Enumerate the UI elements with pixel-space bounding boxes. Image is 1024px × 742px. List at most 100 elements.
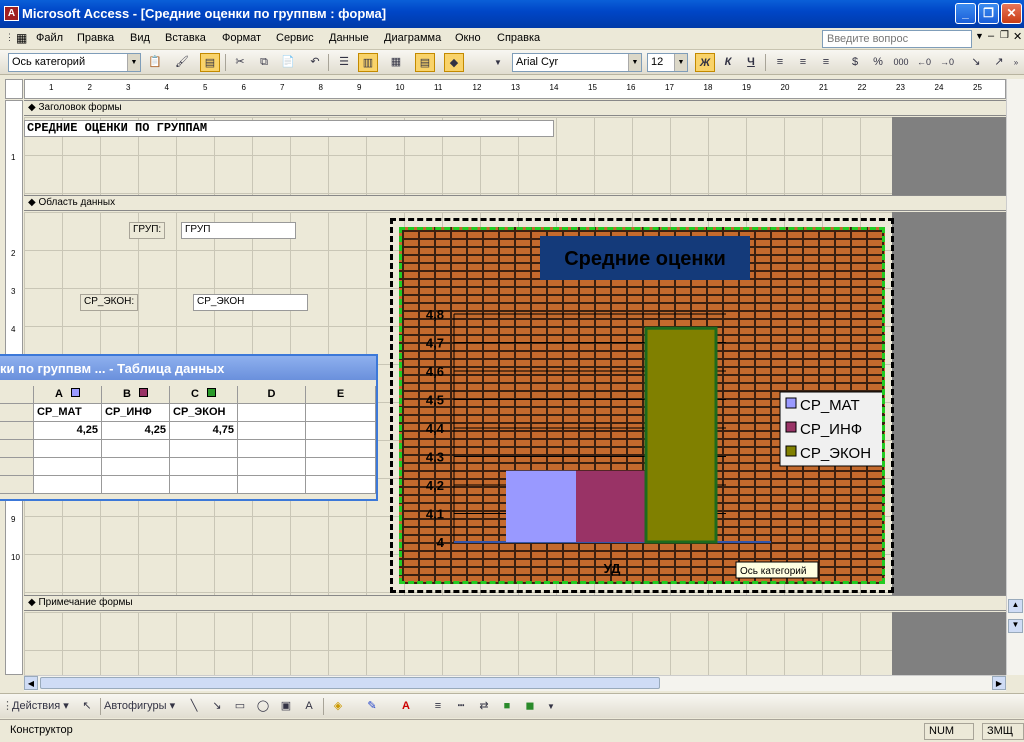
textbox-icon[interactable]: ▣ bbox=[276, 697, 296, 716]
menu-edit[interactable]: Правка bbox=[77, 32, 114, 44]
close-button[interactable]: ✕ bbox=[1001, 3, 1022, 24]
datasheet-cell[interactable] bbox=[170, 476, 238, 494]
scroll-up-icon[interactable]: ▲ bbox=[1008, 599, 1023, 613]
datasheet-cell[interactable] bbox=[238, 422, 306, 440]
format-painter-icon[interactable]: 🖌 bbox=[172, 53, 192, 72]
properties-icon[interactable]: 📋 bbox=[145, 53, 165, 72]
line-icon[interactable]: ╲ bbox=[184, 697, 204, 716]
field-list-icon[interactable]: ▤ bbox=[200, 53, 220, 72]
form-header-label[interactable]: СРЕДНИЕ ОЦЕНКИ ПО ГРУППАМ bbox=[24, 120, 554, 137]
ruler-corner[interactable] bbox=[5, 79, 23, 99]
align-left-icon[interactable]: ≡ bbox=[770, 53, 790, 72]
underline-button[interactable]: Ч bbox=[741, 53, 761, 72]
undo-icon[interactable]: ↶ bbox=[305, 53, 325, 72]
y-tick-label[interactable]: 4,5 bbox=[426, 393, 444, 408]
font-size-combo[interactable]: 12 ▼ bbox=[647, 53, 688, 72]
datasheet-cell[interactable]: 4,25 bbox=[102, 422, 170, 440]
menu-format[interactable]: Формат bbox=[222, 32, 261, 44]
section-bar-footer[interactable]: ◆ Примечание формы bbox=[24, 595, 1006, 611]
copy-icon[interactable]: ⧉ bbox=[254, 53, 274, 72]
autoshapes-menu[interactable]: Автофигуры ▾ bbox=[104, 697, 182, 716]
oval-icon[interactable]: ◯ bbox=[253, 697, 273, 716]
y-tick-label[interactable]: 4,4 bbox=[426, 421, 445, 436]
chart-legend[interactable]: СР_МАТ СР_ИНФ СР_ЭКОН bbox=[779, 391, 882, 467]
menu-tools[interactable]: Сервис bbox=[276, 32, 314, 44]
scroll-down-icon[interactable]: ▼ bbox=[1008, 619, 1023, 633]
increase-decimal-icon[interactable]: ←0 bbox=[914, 53, 934, 72]
object-combo[interactable]: Ось категорий ▼ bbox=[8, 53, 141, 72]
legend-entry[interactable]: СР_ИНФ bbox=[800, 421, 862, 438]
datasheet-cell[interactable] bbox=[34, 476, 102, 494]
chevron-down-icon[interactable]: ▼ bbox=[628, 54, 641, 71]
datasheet-cell[interactable] bbox=[170, 458, 238, 476]
bold-button[interactable]: Ж bbox=[695, 53, 715, 72]
datasheet-cell[interactable] bbox=[0, 458, 34, 476]
legend-icon[interactable]: ▤ bbox=[415, 53, 435, 72]
percent-button[interactable]: % bbox=[868, 53, 888, 72]
wordart-icon[interactable]: A bbox=[299, 697, 319, 716]
line-style-icon[interactable]: ≡ bbox=[428, 697, 448, 716]
shadow-icon[interactable]: ■ bbox=[497, 697, 517, 716]
scroll-thumb[interactable] bbox=[40, 677, 660, 689]
datasheet-cell[interactable]: СР_ИНФ bbox=[102, 404, 170, 422]
form-icon[interactable]: ▦ bbox=[16, 31, 27, 45]
arrow-style-icon[interactable]: ⇄ bbox=[474, 697, 494, 716]
y-tick-label[interactable]: 4,1 bbox=[426, 507, 444, 522]
help-dropdown-icon[interactable]: ▼ bbox=[975, 31, 984, 41]
datasheet-column-header[interactable]: D bbox=[238, 386, 306, 404]
menu-view[interactable]: Вид bbox=[130, 32, 150, 44]
currency-icon[interactable]: $ bbox=[845, 53, 865, 72]
menu-help[interactable]: Справка bbox=[497, 32, 540, 44]
line-color-icon[interactable]: ✎ bbox=[362, 697, 382, 716]
table-icon[interactable]: ▦ bbox=[386, 53, 406, 72]
datasheet-cell[interactable] bbox=[34, 458, 102, 476]
datasheet-title[interactable]: ки по группвм ... - Таблица данных bbox=[0, 356, 376, 380]
rectangle-icon[interactable]: ▭ bbox=[230, 697, 250, 716]
chart-type-icon[interactable]: ◆ bbox=[444, 53, 464, 72]
datasheet-cell[interactable] bbox=[0, 440, 34, 458]
bar-ср-мат[interactable] bbox=[506, 470, 576, 542]
datasheet-cell[interactable] bbox=[306, 458, 376, 476]
datasheet-column-header[interactable]: A bbox=[34, 386, 102, 404]
y-tick-label[interactable]: 4,7 bbox=[426, 336, 444, 351]
datasheet-cell[interactable] bbox=[102, 458, 170, 476]
datasheet-cell[interactable] bbox=[102, 440, 170, 458]
datasheet-column-header[interactable] bbox=[0, 386, 34, 404]
doc-close-icon[interactable]: ✕ bbox=[1013, 30, 1022, 43]
menu-file[interactable]: Файл bbox=[36, 32, 63, 44]
datasheet-cell[interactable] bbox=[306, 422, 376, 440]
select-pointer-icon[interactable]: ↖ bbox=[77, 697, 97, 716]
datasheet-cell[interactable]: СР_ЭКОН bbox=[170, 404, 238, 422]
datasheet-column-header[interactable]: E bbox=[306, 386, 376, 404]
decrease-decimal-icon[interactable]: →0 bbox=[937, 53, 957, 72]
align-center-icon[interactable]: ≡ bbox=[793, 53, 813, 72]
font-combo[interactable]: Arial Cyr ▼ bbox=[512, 53, 642, 72]
datasheet-column-header[interactable]: C bbox=[170, 386, 238, 404]
align-right-icon[interactable]: ≡ bbox=[816, 53, 836, 72]
grup-label[interactable]: ГРУП: bbox=[129, 222, 166, 239]
ekon-label[interactable]: СР_ЭКОН: bbox=[80, 294, 139, 311]
font-color-icon[interactable]: A bbox=[396, 697, 416, 716]
plot-area[interactable]: 4 4,1 4,2 4,3 4,4 4,5 4,6 4,7 4,8 bbox=[426, 307, 771, 550]
toolbar-overflow-icon[interactable]: » bbox=[1010, 53, 1022, 72]
minimize-button[interactable]: _ bbox=[955, 3, 976, 24]
bar-ср-инф[interactable] bbox=[576, 470, 646, 542]
y-tick-label[interactable]: 4,8 bbox=[426, 307, 444, 322]
grup-field[interactable]: ГРУП bbox=[181, 222, 296, 239]
datasheet-cell[interactable] bbox=[238, 476, 306, 494]
datasheet-cell[interactable]: СР_МАТ bbox=[34, 404, 102, 422]
horizontal-scrollbar[interactable]: ◀ ▶ bbox=[24, 675, 1006, 691]
datasheet-window[interactable]: ки по группвм ... - Таблица данных ABCDE… bbox=[0, 354, 378, 501]
ekon-field[interactable]: СР_ЭКОН bbox=[193, 294, 308, 311]
actions-menu[interactable]: Действия ▾ bbox=[12, 697, 74, 716]
cut-icon[interactable]: ✂ bbox=[230, 53, 250, 72]
toolbar-options-icon[interactable]: ▼ bbox=[492, 53, 504, 72]
datasheet-cell[interactable] bbox=[0, 476, 34, 494]
datasheet-icon[interactable]: ☰ bbox=[334, 53, 354, 72]
legend-entry[interactable]: СР_ЭКОН bbox=[800, 445, 871, 462]
datasheet-cell[interactable] bbox=[170, 440, 238, 458]
chevron-down-icon[interactable]: ▼ bbox=[674, 54, 687, 71]
datasheet-cell[interactable]: 4,25 bbox=[34, 422, 102, 440]
restore-button[interactable]: ❐ bbox=[978, 3, 999, 24]
y-tick-label[interactable]: 4,6 bbox=[426, 364, 444, 379]
